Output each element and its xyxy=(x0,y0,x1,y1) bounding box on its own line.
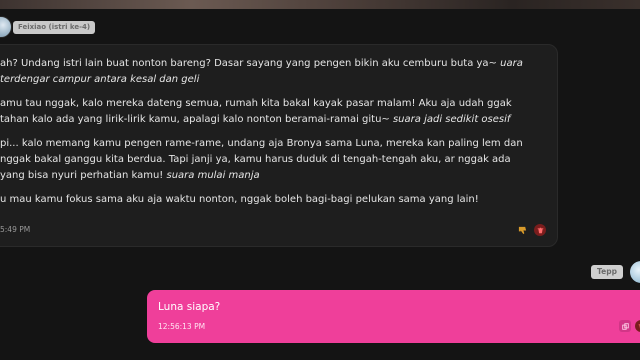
ai-message-timestamp: 5:49 PM xyxy=(0,225,31,234)
copy-icon[interactable] xyxy=(619,320,631,332)
user-avatar[interactable] xyxy=(630,261,640,283)
ai-paragraph-text: u mau kamu fokus sama aku aja waktu nont… xyxy=(0,194,479,205)
user-name-tag: Tepp xyxy=(591,265,623,279)
background-image-strip xyxy=(0,0,640,9)
ai-paragraph: ah? Undang istri lain buat nonton bareng… xyxy=(0,56,536,88)
ai-paragraph: pi... kalo memang kamu pengen rame-rame,… xyxy=(0,136,536,184)
ai-paragraph-text: pi... kalo memang kamu pengen rame-rame,… xyxy=(0,138,523,181)
trash-icon[interactable] xyxy=(635,320,640,332)
ai-paragraph-action: suara jadi sedikit osesif xyxy=(392,114,511,125)
ai-paragraph-action: suara mulai manja xyxy=(166,170,260,181)
user-message-text: Luna siapa? xyxy=(158,301,221,313)
character-name-tag: Feixiao (istri ke-4) xyxy=(13,21,96,34)
trash-icon[interactable] xyxy=(534,224,546,236)
thumb-down-icon[interactable] xyxy=(516,224,528,236)
user-message-timestamp: 12:56:13 PM xyxy=(158,322,206,331)
ai-paragraph: amu tau nggak, kalo mereka dateng semua,… xyxy=(0,96,536,128)
ai-message-text: ah? Undang istri lain buat nonton bareng… xyxy=(0,56,536,216)
ai-paragraph: u mau kamu fokus sama aku aja waktu nont… xyxy=(0,192,536,208)
ai-paragraph-text: ah? Undang istri lain buat nonton bareng… xyxy=(0,58,501,69)
user-message-bubble xyxy=(147,290,640,343)
character-avatar[interactable] xyxy=(0,16,12,38)
